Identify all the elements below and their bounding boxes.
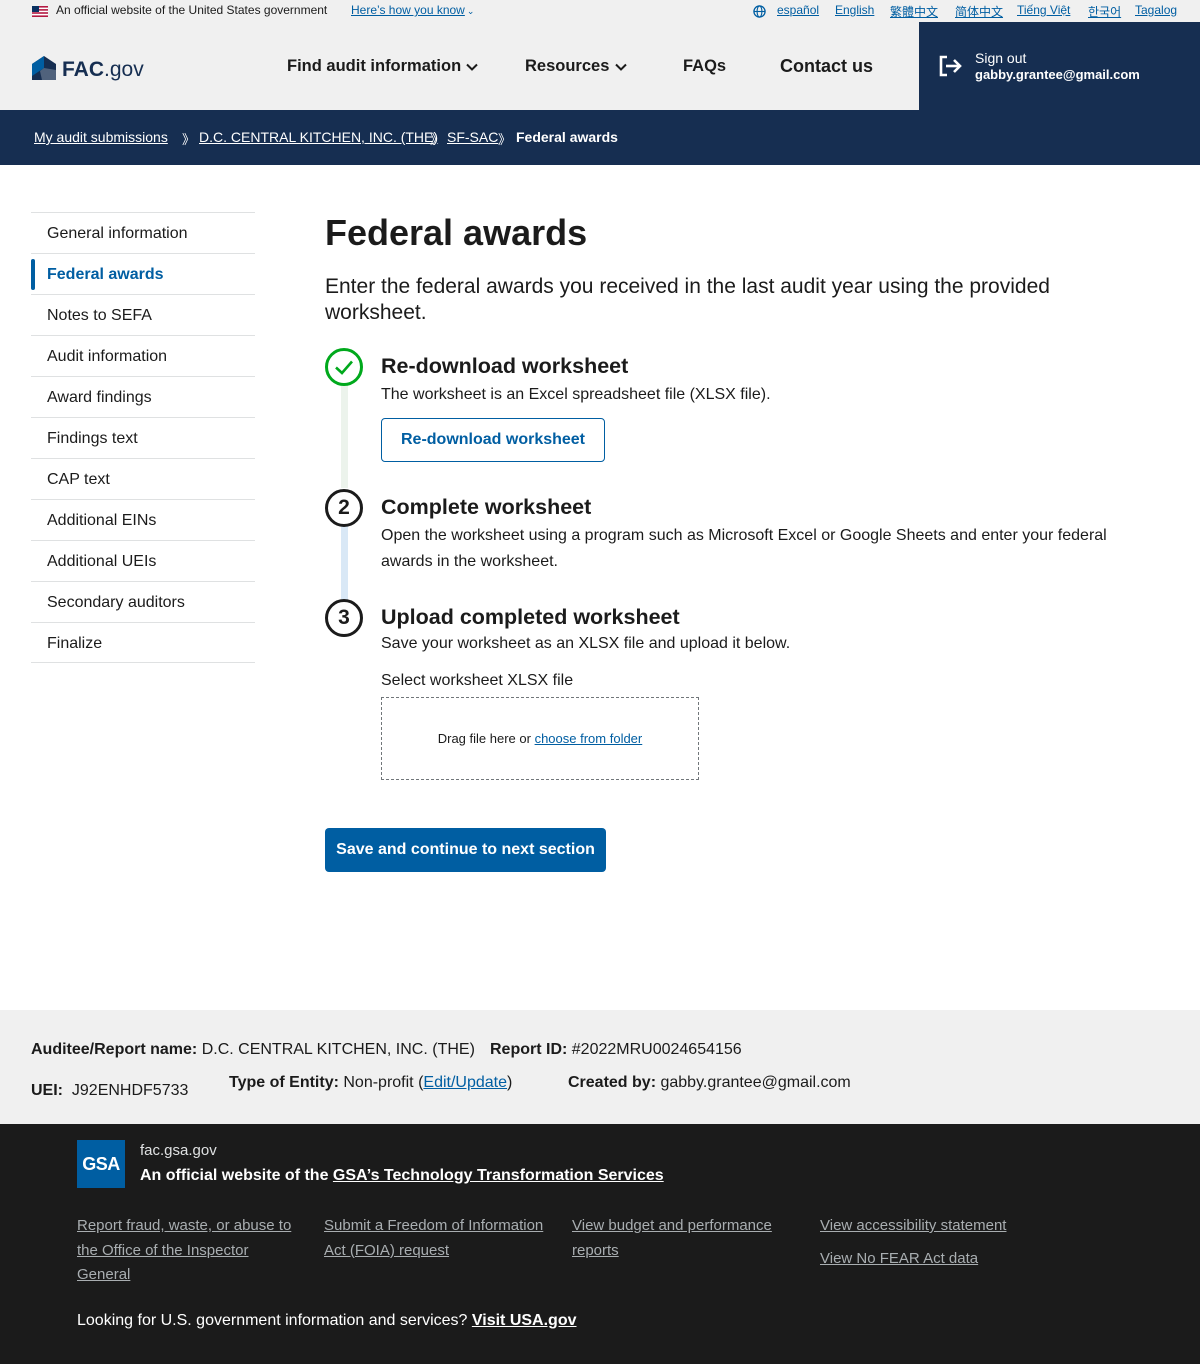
- chevron-down-icon: ⌄: [466, 6, 475, 16]
- lang-traditional-chinese[interactable]: 繁體中文: [890, 3, 938, 20]
- fac-logo-text[interactable]: FAC.gov: [62, 58, 144, 82]
- step-number-3: 3: [325, 599, 363, 637]
- how-you-know-link[interactable]: Here’s how you know ⌄: [351, 3, 474, 17]
- step-1-title: Re-download worksheet: [381, 354, 629, 378]
- step-2-description: Open the worksheet using a program such …: [381, 527, 1107, 570]
- sidenav-audit-information[interactable]: Audit information: [31, 335, 255, 376]
- step-1-description: The worksheet is an Excel spreadsheet fi…: [381, 386, 771, 403]
- dropzone-text: Drag file here or: [437, 731, 531, 746]
- file-input-label: Select worksheet XLSX file: [381, 672, 574, 689]
- breadcrumb-separator: 》: [430, 132, 444, 147]
- nav-faqs[interactable]: FAQs: [683, 57, 726, 76]
- sidenav-additional-ueis[interactable]: Additional UEIs: [31, 540, 255, 581]
- nav-contact-us[interactable]: Contact us: [780, 56, 873, 77]
- chevron-down-icon: [615, 63, 627, 71]
- sidenav-general-information[interactable]: General information: [31, 212, 255, 253]
- lang-espanol[interactable]: español: [777, 3, 819, 17]
- step-3-title: Upload completed worksheet: [381, 605, 680, 629]
- report-id: Report ID: #2022MRU0024654156: [490, 1041, 742, 1058]
- lang-simplified-chinese[interactable]: 简体中文: [955, 3, 1003, 20]
- footer-domain: fac.gsa.gov: [140, 1142, 217, 1159]
- nav-resources[interactable]: Resources: [525, 57, 627, 76]
- identifier-footer: GSA fac.gsa.gov An official website of t…: [0, 1124, 1200, 1364]
- footer-link-no-fear[interactable]: View No FEAR Act data: [820, 1247, 1050, 1272]
- section-sidenav: General information Federal awards Notes…: [31, 212, 255, 663]
- sidenav-findings-text[interactable]: Findings text: [31, 417, 255, 458]
- auditee-name: Auditee/Report name: D.C. CENTRAL KITCHE…: [31, 1041, 475, 1058]
- chevron-down-icon: [466, 63, 478, 71]
- step-2-title: Complete worksheet: [381, 495, 592, 519]
- choose-from-folder-link[interactable]: choose from folder: [535, 731, 643, 746]
- save-and-continue-button[interactable]: Save and continue to next section: [325, 828, 606, 872]
- step-3-description: Save your worksheet as an XLSX file and …: [381, 635, 791, 652]
- sidenav-federal-awards[interactable]: Federal awards: [31, 253, 255, 294]
- footer-link-accessibility[interactable]: View accessibility statement: [820, 1214, 1050, 1239]
- breadcrumb-auditee[interactable]: D.C. CENTRAL KITCHEN, INC. (THE): [199, 129, 438, 145]
- breadcrumb-separator: 》: [182, 132, 196, 147]
- step-connector: [341, 384, 348, 488]
- usa-gov-prompt: Looking for U.S. government information …: [77, 1312, 577, 1329]
- page-title: Federal awards: [325, 212, 588, 253]
- breadcrumb-my-audit-submissions[interactable]: My audit submissions: [34, 129, 168, 145]
- step-complete-indicator: [325, 348, 363, 386]
- lang-tagalog[interactable]: Tagalog: [1135, 3, 1177, 17]
- lang-vietnamese[interactable]: Tiếng Việt: [1017, 3, 1070, 17]
- fac-logo-icon[interactable]: [32, 56, 56, 80]
- edit-entity-link[interactable]: Edit/Update: [423, 1074, 507, 1091]
- sidenav-cap-text[interactable]: CAP text: [31, 458, 255, 499]
- footer-link-report-fraud[interactable]: Report fraud, waste, or abuse to the Off…: [77, 1214, 292, 1288]
- site-header: FAC.gov Find audit information Resources…: [0, 22, 1200, 110]
- gov-banner-text: An official website of the United States…: [56, 3, 328, 17]
- sidenav-secondary-auditors[interactable]: Secondary auditors: [31, 581, 255, 622]
- visit-usa-gov-link[interactable]: Visit USA.gov: [472, 1312, 577, 1329]
- gsa-logo[interactable]: GSA: [77, 1140, 125, 1188]
- footer-link-foia[interactable]: Submit a Freedom of Information Act (FOI…: [324, 1214, 549, 1263]
- page-intro: Enter the federal awards you received in…: [325, 275, 1050, 324]
- uei: UEI: J92ENHDF5733: [31, 1082, 189, 1099]
- check-icon: [335, 360, 353, 375]
- file-dropzone[interactable]: Drag file here or choose from folder: [381, 697, 699, 780]
- sidenav-notes-to-sefa[interactable]: Notes to SEFA: [31, 294, 255, 335]
- redownload-worksheet-button[interactable]: Re-download worksheet: [381, 418, 605, 462]
- sidenav-additional-eins[interactable]: Additional EINs: [31, 499, 255, 540]
- sidenav-award-findings[interactable]: Award findings: [31, 376, 255, 417]
- entity-type: Type of Entity: Non-profit (Edit/Update): [229, 1074, 513, 1091]
- signout-panel[interactable]: Sign out gabby.grantee@gmail.com: [919, 22, 1200, 110]
- lang-korean[interactable]: 한국어: [1088, 3, 1121, 20]
- lang-english[interactable]: English: [835, 3, 874, 17]
- breadcrumb: My audit submissions 》 D.C. CENTRAL KITC…: [0, 110, 1200, 165]
- globe-icon: [753, 5, 766, 18]
- gov-banner: An official website of the United States…: [0, 0, 1200, 22]
- breadcrumb-current: Federal awards: [516, 129, 618, 145]
- sign-out-label[interactable]: Sign out: [975, 50, 1026, 66]
- created-by: Created by: gabby.grantee@gmail.com: [568, 1074, 851, 1091]
- step-connector: [341, 525, 348, 600]
- step-number-2: 2: [325, 489, 363, 527]
- footer-official-text: An official website of the GSA’s Technol…: [140, 1167, 664, 1184]
- nav-find-audit-information[interactable]: Find audit information: [287, 57, 478, 76]
- breadcrumb-separator: 》: [498, 132, 512, 147]
- submission-info-bar: Auditee/Report name: D.C. CENTRAL KITCHE…: [0, 1010, 1200, 1124]
- sign-out-icon: [939, 55, 962, 77]
- sidenav-finalize[interactable]: Finalize: [31, 622, 255, 663]
- user-email: gabby.grantee@gmail.com: [975, 67, 1140, 82]
- tts-link[interactable]: GSA’s Technology Transformation Services: [333, 1167, 664, 1184]
- footer-link-budget-reports[interactable]: View budget and performance reports: [572, 1214, 797, 1263]
- us-flag-icon: [32, 6, 48, 17]
- breadcrumb-sf-sac[interactable]: SF-SAC: [447, 129, 498, 145]
